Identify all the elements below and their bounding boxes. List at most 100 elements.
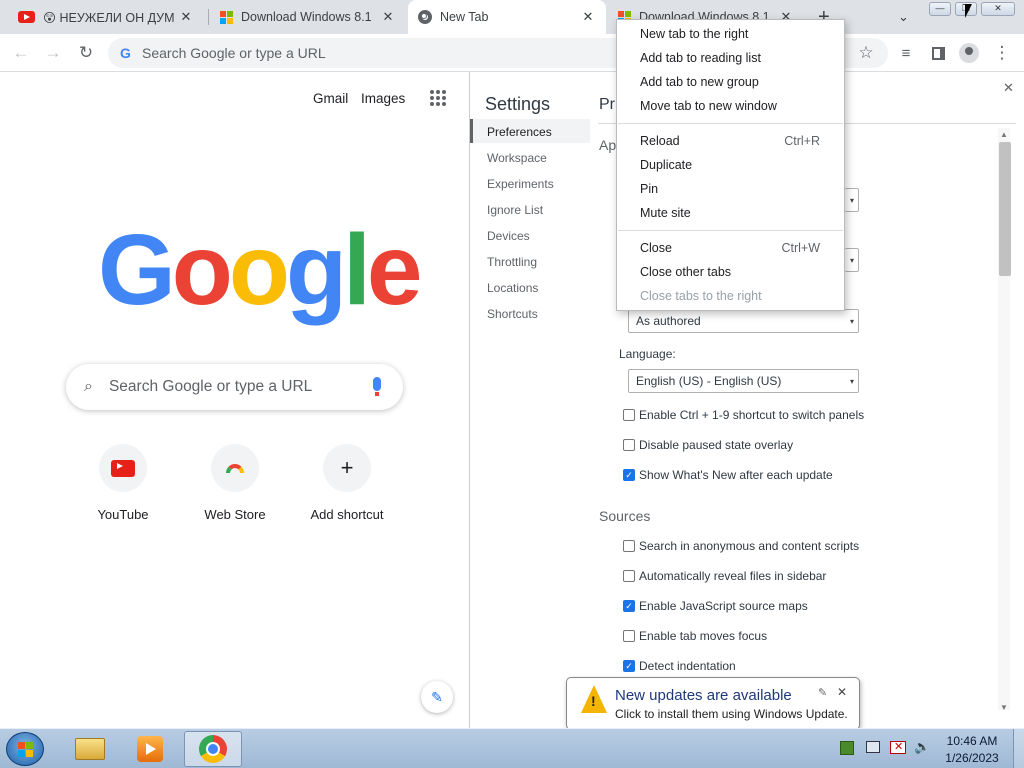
side-panel-icon[interactable] [925, 40, 951, 66]
youtube-icon [111, 459, 135, 477]
shortcut-youtube[interactable]: YouTube [73, 444, 173, 522]
images-link[interactable]: Images [361, 91, 405, 106]
option-search-anonymous[interactable]: Search in anonymous and content scripts [623, 539, 859, 553]
menu-item-pin[interactable]: Pin [617, 177, 844, 201]
youtube-icon [18, 11, 35, 23]
tab-new-tab[interactable]: New Tab ✕ [408, 0, 606, 34]
microphone-icon[interactable] [373, 377, 381, 391]
theme-select-edge[interactable]: ▾ [845, 188, 859, 212]
close-icon[interactable]: ✕ [178, 9, 194, 25]
taskbar-explorer[interactable] [62, 731, 118, 767]
panel-layout-select-edge[interactable]: ▾ [845, 248, 859, 272]
color-format-select[interactable]: As authored ▾ [628, 309, 859, 333]
close-icon[interactable]: ✕ [380, 9, 396, 25]
menu-item-add-reading-list[interactable]: Add tab to reading list [617, 46, 844, 70]
checkbox-checked[interactable]: ✓ [623, 600, 635, 612]
gmail-link[interactable]: Gmail [313, 91, 348, 106]
menu-shortcut: Ctrl+R [784, 134, 820, 148]
option-ctrl-shortcut[interactable]: Enable Ctrl + 1-9 shortcut to switch pan… [623, 408, 864, 422]
close-icon[interactable]: ✕ [580, 9, 596, 25]
media-player-icon [137, 736, 163, 762]
network-icon[interactable] [866, 741, 880, 753]
show-desktop-button[interactable] [1013, 729, 1024, 768]
update-notification-balloon[interactable]: ! New updates are available Click to ins… [566, 677, 860, 730]
menu-shortcut: Ctrl+W [781, 241, 820, 255]
option-js-source-maps[interactable]: ✓ Enable JavaScript source maps [623, 599, 808, 613]
close-icon[interactable]: ✕ [837, 685, 847, 699]
clock-date[interactable]: 1/26/2023 [945, 751, 999, 765]
shortcut-web-store[interactable]: Web Store [185, 444, 285, 522]
logo-letter: G [98, 214, 176, 326]
checkbox[interactable] [623, 439, 635, 451]
warning-exclaim: ! [591, 693, 596, 709]
menu-item-close-other-tabs[interactable]: Close other tabs [617, 260, 844, 284]
add-plus-icon: + [323, 444, 371, 492]
wrench-icon[interactable]: ✎ [818, 686, 827, 699]
checkbox-checked[interactable]: ✓ [623, 469, 635, 481]
close-icon[interactable]: ✕ [1003, 80, 1014, 96]
sidebar-item-experiments[interactable]: Experiments [487, 177, 554, 191]
search-icon: ⌕ [84, 378, 93, 395]
profile-avatar-icon[interactable] [956, 40, 982, 66]
reload-icon[interactable]: ↻ [73, 40, 99, 66]
back-arrow-icon[interactable]: ← [8, 40, 34, 66]
menu-label: New tab to the right [640, 27, 749, 41]
flag-alert-icon[interactable]: ✕ [890, 741, 906, 754]
kebab-menu-icon[interactable]: ⋮ [989, 40, 1015, 66]
sidebar-item-devices[interactable]: Devices [487, 229, 530, 243]
sidebar-item-throttling[interactable]: Throttling [487, 255, 537, 269]
apps-grid-icon[interactable] [430, 90, 446, 106]
option-label: Enable JavaScript source maps [639, 599, 808, 613]
customize-pencil-icon[interactable]: ✎ [421, 681, 453, 713]
menu-item-new-tab-right[interactable]: New tab to the right [617, 22, 844, 46]
google-logo: Google [98, 220, 422, 320]
tab-windows-download-1[interactable]: Download Windows 8.1 D ✕ [210, 0, 406, 34]
clock-time[interactable]: 10:46 AM [945, 734, 999, 748]
reading-list-icon[interactable]: ≡ [893, 40, 919, 66]
menu-item-reload[interactable]: Reload Ctrl+R [617, 129, 844, 153]
window-close-button[interactable]: ✕ [981, 2, 1015, 16]
menu-item-close[interactable]: Close Ctrl+W [617, 236, 844, 260]
option-tab-moves-focus[interactable]: Enable tab moves focus [623, 629, 767, 643]
windows-update-tray-icon[interactable] [840, 741, 854, 755]
sidebar-item-ignore-list[interactable]: Ignore List [487, 203, 543, 217]
scroll-down-arrow-icon[interactable]: ▼ [1000, 703, 1008, 712]
sidebar-item-preferences[interactable]: Preferences [487, 125, 552, 139]
menu-label: Move tab to new window [640, 99, 777, 113]
option-show-whats-new[interactable]: ✓ Show What's New after each update [623, 468, 833, 482]
tab-search-chevron-icon[interactable]: ⌄ [898, 9, 909, 25]
checkbox[interactable] [623, 630, 635, 642]
checkbox[interactable] [623, 409, 635, 421]
ntp-search-box[interactable]: ⌕ Search Google or type a URL [66, 364, 403, 410]
menu-item-add-new-group[interactable]: Add tab to new group [617, 70, 844, 94]
option-detect-indentation[interactable]: ✓ Detect indentation [623, 659, 736, 673]
start-button[interactable] [6, 732, 44, 766]
browser-toolbar: ← → ↻ G Search Google or type a URL ☆ ≡ … [0, 34, 1024, 72]
language-select[interactable]: English (US) - English (US) ▾ [628, 369, 859, 393]
bookmark-star-icon[interactable]: ☆ [853, 40, 879, 66]
notification-title: New updates are available [615, 687, 792, 704]
shortcut-label: YouTube [97, 507, 149, 522]
option-label: Enable Ctrl + 1-9 shortcut to switch pan… [639, 408, 865, 422]
sidebar-item-shortcuts[interactable]: Shortcuts [487, 307, 538, 321]
option-reveal-files[interactable]: Automatically reveal files in sidebar [623, 569, 826, 583]
sources-heading: Sources [599, 508, 651, 524]
menu-item-move-new-window[interactable]: Move tab to new window [617, 94, 844, 118]
sidebar-item-workspace[interactable]: Workspace [487, 151, 547, 165]
volume-icon[interactable]: 🔈 [914, 739, 930, 755]
taskbar-media-player[interactable] [122, 731, 178, 767]
checkbox-checked[interactable]: ✓ [623, 660, 635, 672]
option-disable-paused-overlay[interactable]: Disable paused state overlay [623, 438, 793, 452]
taskbar-chrome[interactable] [184, 731, 242, 767]
checkbox[interactable] [623, 570, 635, 582]
tab-youtube[interactable]: 😲 НЕУЖЕЛИ ОН ДУМАЛ ✕ [8, 0, 204, 34]
menu-item-duplicate[interactable]: Duplicate [617, 153, 844, 177]
shortcut-add[interactable]: + Add shortcut [297, 444, 397, 522]
menu-item-mute-site[interactable]: Mute site [617, 201, 844, 225]
scroll-up-arrow-icon[interactable]: ▲ [1000, 130, 1008, 139]
forward-arrow-icon[interactable]: → [40, 40, 66, 66]
sidebar-item-locations[interactable]: Locations [487, 281, 538, 295]
minimize-button[interactable]: — [929, 2, 951, 16]
checkbox[interactable] [623, 540, 635, 552]
scrollbar-thumb[interactable] [999, 142, 1011, 276]
